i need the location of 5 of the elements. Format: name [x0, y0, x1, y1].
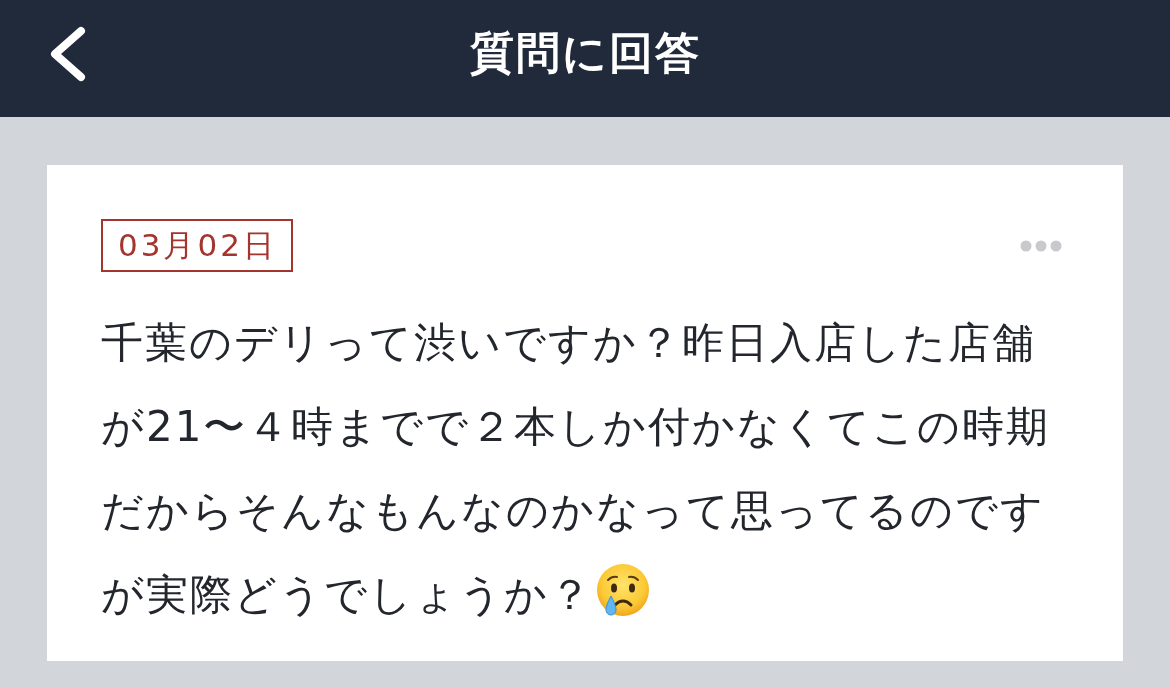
question-text: 千葉のデリって渋いですか？昨日入店した店舗が21〜４時までで２本しか付かなくてこの時期だからそんなもんなのかなって思ってるのですが実際どうでしょうか？ — [101, 317, 1052, 621]
date-tag: 03月02日 — [101, 219, 293, 272]
back-icon[interactable] — [48, 25, 86, 82]
screen-title: 質問に回答 — [469, 27, 701, 81]
crying-face-icon — [595, 563, 651, 619]
